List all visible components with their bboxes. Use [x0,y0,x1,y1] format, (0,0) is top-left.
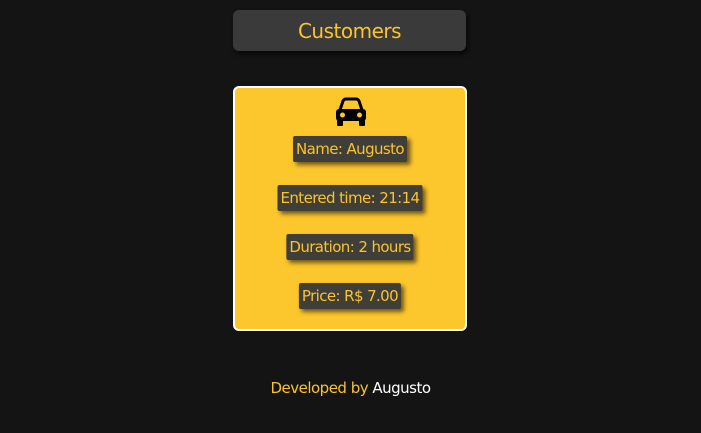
footer-prefix: Developed by [270,379,373,397]
footer: Developed by Augusto [0,379,701,397]
page-title-text: Customers [297,18,402,43]
customer-duration: Duration: 2 hours [286,234,414,260]
customer-price: Price: R$ 7.00 [298,283,402,309]
car-icon [336,97,366,126]
customer-entered-time: Entered time: 21:14 [277,185,423,211]
customer-name: Name: Augusto [293,136,407,162]
footer-author: Augusto [372,379,431,397]
customer-card[interactable]: Name: Augusto Entered time: 21:14 Durati… [233,86,467,331]
page-title: Customers [233,10,466,51]
